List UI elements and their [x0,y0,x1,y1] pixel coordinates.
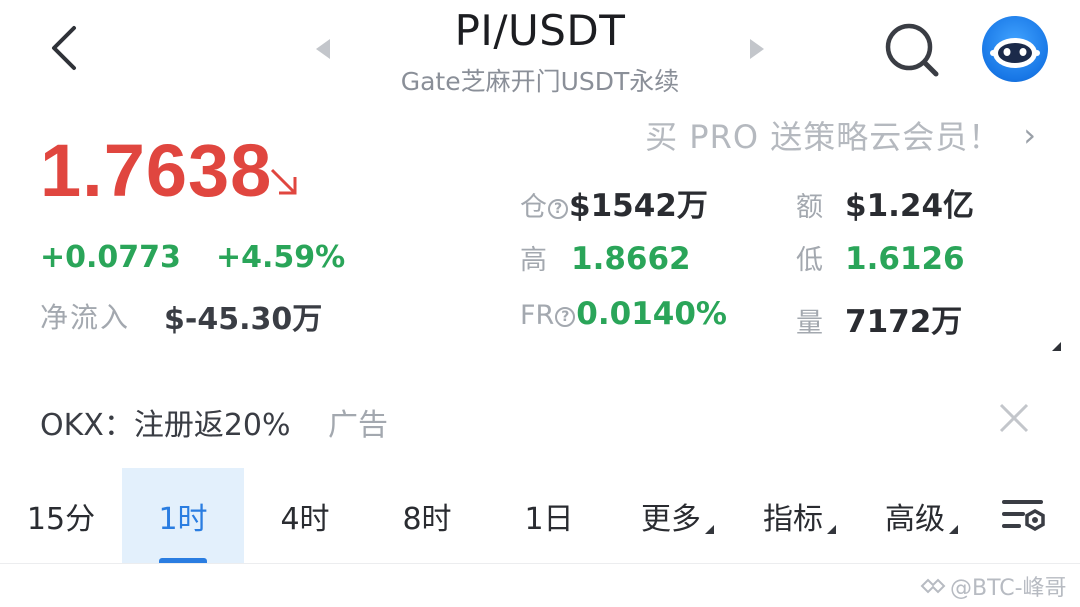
tab-label: 4时 [280,502,330,537]
tab-indicators[interactable]: 指标 [732,468,854,564]
dropdown-corner-icon [705,525,714,534]
tab-label: 1时 [158,502,208,537]
volume-value: 7172万 [845,304,963,340]
ad-text[interactable]: OKX：注册返20% [40,400,291,444]
exchange-subtitle: Gate芝麻开门USDT永续 [400,67,680,96]
low-value: 1.6126 [845,241,965,277]
high-label: 高 [520,245,547,276]
turnover-label: 额 [796,192,823,223]
low-label: 低 [796,245,823,276]
dropdown-corner-icon [949,525,958,534]
help-circle-icon[interactable]: ? [555,306,576,327]
tab-more[interactable]: 更多 [610,468,732,564]
back-button[interactable] [40,22,88,74]
down-right-arrow-icon [270,168,297,195]
back-arrow-icon [52,26,76,70]
netflow-label: 净流入 [40,301,131,334]
tab-4h[interactable]: 4时 [244,468,366,564]
triangle-right-icon[interactable] [748,38,766,60]
funding-rate-value: 0.0140% [576,296,727,332]
tab-advanced[interactable]: 高级 [854,468,976,564]
search-button[interactable] [880,18,944,82]
volume-stat: 量 7172万 [796,296,962,341]
funding-rate-label: FR [520,300,555,331]
watermark-logo-icon [920,578,946,594]
price-change-percent: +4.59% [216,240,346,275]
tab-1d[interactable]: 1日 [488,468,610,564]
netflow-value: $-45.30万 [164,302,323,337]
last-price: 1.7638 [40,129,273,212]
open-interest-stat[interactable]: 仓? $1542万 [520,180,708,225]
search-icon [885,23,939,77]
expand-corner-icon[interactable] [1052,342,1061,351]
low-stat: 低 1.6126 [796,238,965,277]
watermark-text: @BTC-峰哥 [950,576,1067,601]
chart-settings-icon [1002,500,1045,532]
ad-tag: 广告 [328,408,388,443]
volume-label: 量 [796,308,823,339]
high-value: 1.8662 [571,241,691,277]
avatar[interactable] [982,16,1048,82]
promo-banner[interactable]: 买 PRO 送策略云会员！ › [540,112,1036,158]
tab-divider [0,563,1080,564]
chevron-right-icon: › [1023,116,1036,154]
turnover-stat: 额 $1.24亿 [796,180,974,225]
watermark: @BTC-峰哥 [920,570,1067,602]
price-change-absolute: +0.0773 [40,240,181,275]
open-interest-label: 仓 [520,192,547,223]
high-stat: 高 1.8662 [520,238,691,277]
tab-label: 指标 [763,502,823,537]
funding-rate-stat[interactable]: FR? 0.0140% [520,296,727,332]
chart-settings-button[interactable] [976,468,1074,564]
interval-tabbar: 15分 1时 4时 8时 1日 更多 指标 高级 [0,468,1080,564]
tab-label: 15分 [26,502,96,537]
tab-label: 高级 [885,502,945,537]
turnover-value: $1.24亿 [845,188,975,224]
dropdown-corner-icon [827,525,836,534]
tab-label: 更多 [641,502,701,537]
close-icon [999,403,1029,433]
tab-8h[interactable]: 8时 [366,468,488,564]
triangle-left-icon[interactable] [314,38,332,60]
open-interest-value: $1542万 [569,188,708,224]
tab-1h[interactable]: 1时 [122,468,244,564]
tab-15m[interactable]: 15分 [0,468,122,564]
ad-close-button[interactable] [996,400,1032,436]
robot-avatar-icon [990,38,1040,68]
help-circle-icon[interactable]: ? [548,198,568,219]
pair-title[interactable]: PI/USDT [340,6,740,55]
tab-label: 8时 [402,502,452,537]
tab-label: 1日 [524,502,574,537]
promo-text: 买 PRO 送策略云会员！ [645,118,1002,156]
